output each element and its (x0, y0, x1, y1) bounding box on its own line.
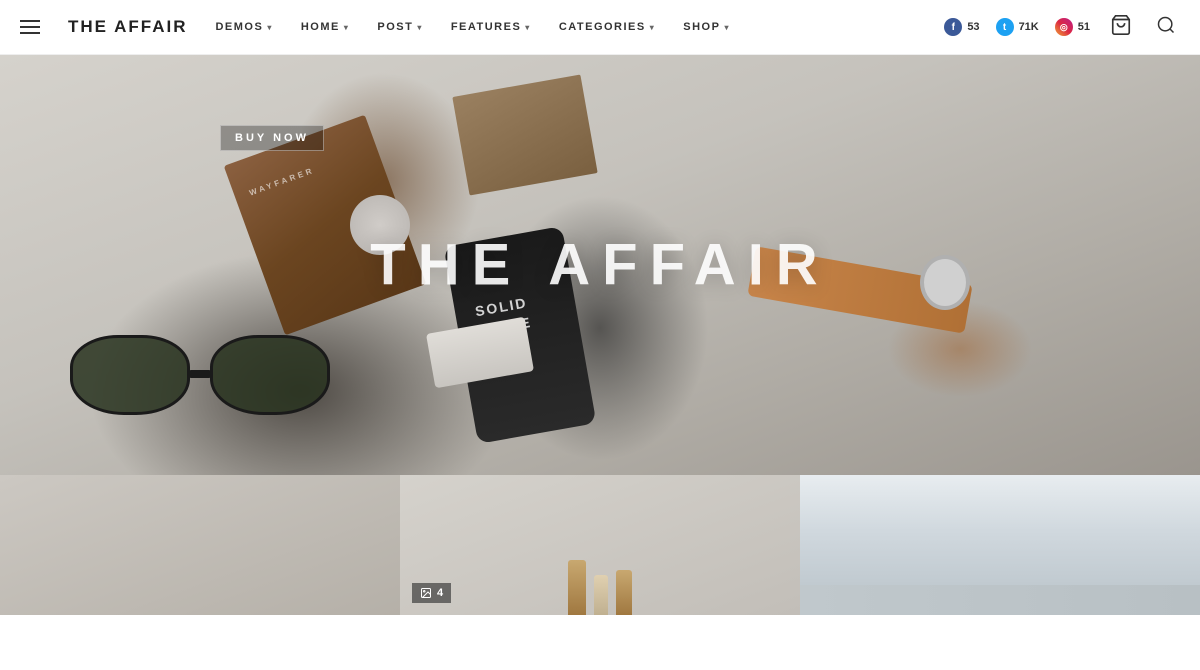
nav-item-features[interactable]: FEATURES ▾ (451, 21, 531, 33)
chevron-down-icon: ▾ (650, 23, 656, 32)
bottle-3 (616, 570, 632, 615)
product-box-2 (452, 74, 597, 195)
bottom-grid: 4 (0, 475, 1200, 615)
instagram-social[interactable]: ◎ 51 (1055, 18, 1090, 36)
sunglass-right-lens (210, 335, 330, 415)
grid-cell-right[interactable] (800, 475, 1200, 615)
site-header: THE AFFAIR DEMOS ▾ HOME ▾ POST ▾ FEATURE… (0, 0, 1200, 55)
product-sunglasses (70, 305, 350, 475)
search-button[interactable] (1152, 11, 1180, 44)
twitter-social[interactable]: t 71K (996, 18, 1039, 36)
main-nav: DEMOS ▾ HOME ▾ POST ▾ FEATURES ▾ CATEGOR… (215, 21, 729, 33)
hero-section: WAYFARER SOLIDSTATE BUY NOW THE AFFAIR (0, 55, 1200, 475)
chevron-down-icon: ▾ (344, 23, 350, 32)
hero-title: THE AFFAIR (370, 232, 829, 299)
sunglass-left-lens (70, 335, 190, 415)
nav-item-shop[interactable]: SHOP ▾ (683, 21, 730, 33)
site-logo[interactable]: THE AFFAIR (68, 17, 187, 37)
nav-item-demos[interactable]: DEMOS ▾ (215, 21, 272, 33)
nav-item-categories[interactable]: CATEGORIES ▾ (559, 21, 655, 33)
twitter-icon: t (996, 18, 1014, 36)
right-cell-ground (800, 585, 1200, 615)
grid-cell-left[interactable] (0, 475, 400, 615)
facebook-social[interactable]: f 53 (944, 18, 979, 36)
product-buckle (920, 255, 970, 310)
image-icon (420, 587, 432, 599)
cologne-box-label: WAYFARER (248, 166, 316, 198)
chevron-down-icon: ▾ (525, 23, 531, 32)
nav-item-home[interactable]: HOME ▾ (301, 21, 350, 33)
instagram-icon: ◎ (1055, 18, 1073, 36)
header-left: THE AFFAIR DEMOS ▾ HOME ▾ POST ▾ FEATURE… (20, 17, 730, 37)
buy-now-button[interactable]: BUY NOW (220, 125, 324, 151)
chevron-down-icon: ▾ (724, 23, 730, 32)
facebook-icon: f (944, 18, 962, 36)
header-right: f 53 t 71K ◎ 51 (944, 10, 1180, 45)
nav-item-post[interactable]: POST ▾ (377, 21, 422, 33)
hamburger-menu-button[interactable] (20, 20, 40, 34)
grid-cell-mid[interactable]: 4 (400, 475, 800, 615)
chevron-down-icon: ▾ (267, 23, 273, 32)
image-count-badge: 4 (412, 583, 451, 603)
chevron-down-icon: ▾ (417, 23, 423, 32)
bottle-2 (594, 575, 608, 615)
sunglass-bridge (188, 370, 212, 378)
cart-button[interactable] (1106, 10, 1136, 45)
bottle-1 (568, 560, 586, 615)
mid-product-bottles (568, 560, 632, 615)
